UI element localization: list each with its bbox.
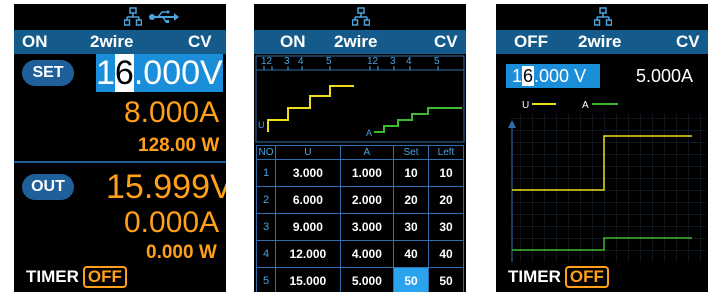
section-divider xyxy=(14,161,226,163)
timer: TIMER OFF xyxy=(26,266,127,288)
timer-toggle[interactable]: OFF xyxy=(82,266,127,288)
legend-current-label: A xyxy=(582,100,589,111)
set-voltage-cursor-digit[interactable]: 6 xyxy=(114,54,134,92)
status-bar: OFF 2wire CV xyxy=(496,30,708,54)
cell-voltage[interactable]: 3.000 xyxy=(275,159,341,187)
cell-current[interactable]: 1.000 xyxy=(339,159,395,187)
set-voltage-rest: .000V xyxy=(133,54,223,92)
output-voltage: 15.999V xyxy=(106,168,226,206)
regulation-mode: CV xyxy=(188,32,212,51)
network-icon xyxy=(594,7,612,26)
current-step-line xyxy=(374,107,462,133)
cell-voltage[interactable]: 12.000 xyxy=(275,240,341,268)
regulation-mode: CV xyxy=(434,32,458,51)
legend-voltage-label: U xyxy=(522,100,529,111)
cell-voltage[interactable]: 9.000 xyxy=(275,213,341,241)
status-bar: ON 2wire CV xyxy=(254,30,466,54)
set-voltage-rest: .000 V xyxy=(534,66,587,86)
cell-current[interactable]: 2.000 xyxy=(339,186,395,214)
cell-left: 10 xyxy=(428,159,464,187)
cell-left: 20 xyxy=(428,186,464,214)
output-current: 0.000A xyxy=(124,206,220,239)
cell-no: 1 xyxy=(256,159,276,187)
timer-label: TIMER xyxy=(508,267,561,286)
set-badge[interactable]: SET xyxy=(22,60,74,86)
cell-left: 40 xyxy=(428,240,464,268)
cell-set[interactable]: 20 xyxy=(393,186,429,214)
set-voltage-field[interactable]: 16.000 V xyxy=(506,64,600,88)
table-row[interactable]: 1 3.000 1.000 10 10 xyxy=(256,159,464,187)
output-state: OFF xyxy=(514,32,548,51)
cell-voltage[interactable]: 15.000 xyxy=(275,267,341,292)
cell-no: 2 xyxy=(256,186,276,214)
output-power: 0.000 W xyxy=(146,242,217,263)
cell-voltage[interactable]: 6.000 xyxy=(275,186,341,214)
ruler-label: 12 xyxy=(261,56,273,67)
set-voltage-prefix: 1 xyxy=(512,66,523,86)
cell-current[interactable]: 3.000 xyxy=(339,213,395,241)
timer: TIMER OFF xyxy=(508,266,609,288)
graph-voltage-label: U xyxy=(258,120,265,130)
cell-current[interactable]: 5.000 xyxy=(339,267,395,292)
table-header: NO U A Set Left xyxy=(256,145,464,160)
screen-waveform: OFF 2wire CV 16.000 V 5.000A U A TIMER OF… xyxy=(496,4,708,292)
ruler-label: 3 xyxy=(390,56,396,67)
column-header-no: NO xyxy=(256,145,276,160)
set-power: 128.00 W xyxy=(138,135,220,156)
cell-set-selected[interactable]: 50 xyxy=(393,267,429,292)
top-bar xyxy=(14,4,226,30)
table-row[interactable]: 3 9.000 3.000 30 30 xyxy=(256,213,464,241)
wire-mode: 2wire xyxy=(334,32,378,51)
timer-toggle[interactable]: OFF xyxy=(564,266,609,288)
cell-left: 50 xyxy=(428,267,464,292)
wire-mode: 2wire xyxy=(578,32,622,51)
set-voltage[interactable]: 16.000V xyxy=(96,54,223,92)
network-icon xyxy=(352,7,370,26)
set-current-field[interactable]: 5.000A xyxy=(636,64,693,88)
cell-no: 5 xyxy=(256,267,276,292)
column-header-voltage: U xyxy=(275,145,341,160)
table-row[interactable]: 5 15.000 5.000 50 50 xyxy=(256,267,464,292)
ruler-label: 4 xyxy=(298,56,304,67)
ruler-label: 5 xyxy=(434,56,440,67)
usb-icon xyxy=(149,10,179,23)
ruler-label: 5 xyxy=(326,56,332,67)
column-header-set: Set xyxy=(393,145,429,160)
table-row[interactable]: 2 6.000 2.000 20 20 xyxy=(256,186,464,214)
output-state: ON xyxy=(22,32,48,51)
column-header-current: A xyxy=(339,145,395,160)
cell-set[interactable]: 10 xyxy=(393,159,429,187)
cell-left: 30 xyxy=(428,213,464,241)
graph-current-label: A xyxy=(366,128,372,138)
cell-current[interactable]: 4.000 xyxy=(339,240,395,268)
screen-sequence-list: ON 2wire CV 12 3 4 5 12 3 4 5 U A NO U A… xyxy=(254,4,466,292)
network-icon xyxy=(124,7,142,26)
set-voltage-cursor-digit[interactable]: 6 xyxy=(522,66,535,86)
table-row[interactable]: 4 12.000 4.000 40 40 xyxy=(256,240,464,268)
waveform-chart: U A xyxy=(508,100,706,262)
cell-no: 3 xyxy=(256,213,276,241)
cell-no: 4 xyxy=(256,240,276,268)
top-bar xyxy=(254,4,466,30)
column-header-left: Left xyxy=(428,145,464,160)
sequence-graph: 12 3 4 5 12 3 4 5 U A xyxy=(255,55,465,143)
ruler-label: 3 xyxy=(284,56,290,67)
wire-mode: 2wire xyxy=(90,32,134,51)
cell-set[interactable]: 30 xyxy=(393,213,429,241)
set-voltage-prefix: 1 xyxy=(96,54,115,92)
cell-set[interactable]: 40 xyxy=(393,240,429,268)
output-state: ON xyxy=(280,32,306,51)
screen-main-display: ON 2wire CV SET 16.000V 8.000A 128.00 W … xyxy=(14,4,226,292)
sequence-table: NO U A Set Left 1 3.000 1.000 10 10 2 6.… xyxy=(256,145,464,292)
regulation-mode: CV xyxy=(676,32,700,51)
timer-label: TIMER xyxy=(26,267,79,286)
ruler-label: 12 xyxy=(367,56,379,67)
out-badge: OUT xyxy=(22,174,74,200)
set-current[interactable]: 8.000A xyxy=(124,96,219,130)
top-bar xyxy=(496,4,708,30)
ruler-label: 4 xyxy=(406,56,412,67)
voltage-step-line xyxy=(267,85,354,132)
status-bar: ON 2wire CV xyxy=(14,30,226,54)
